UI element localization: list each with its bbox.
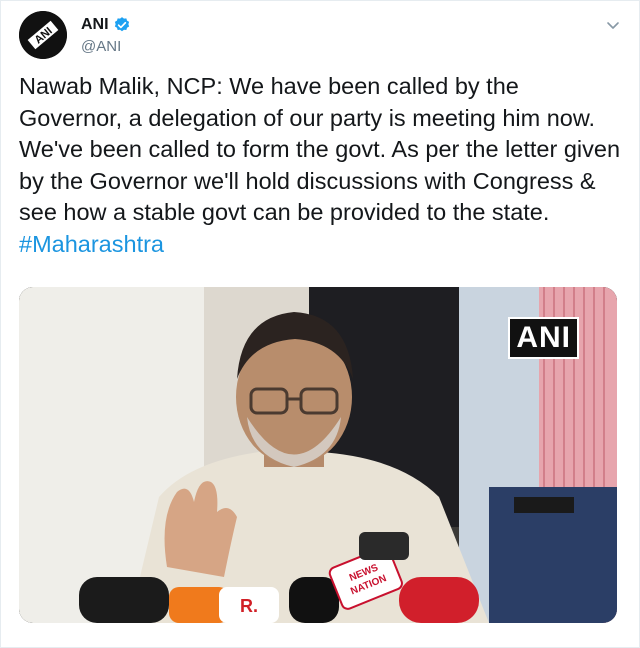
- tweet-card: ANI ANI @ANI Nawab Malik, NCP: We have b…: [0, 0, 640, 648]
- mic-label-r: R.: [240, 596, 258, 616]
- tweet-media-image[interactable]: R. NEWS NATION ANI: [19, 287, 617, 623]
- name-row: ANI: [81, 15, 131, 35]
- display-name[interactable]: ANI: [81, 16, 109, 34]
- user-meta: ANI @ANI: [81, 15, 131, 55]
- tweet-text: Nawab Malik, NCP: We have been called by…: [19, 71, 623, 260]
- hashtag-link[interactable]: #Maharashtra: [19, 231, 164, 257]
- chevron-down-icon[interactable]: [605, 17, 621, 33]
- avatar[interactable]: ANI: [19, 11, 67, 59]
- tweet-body: Nawab Malik, NCP: We have been called by…: [19, 73, 627, 225]
- user-handle[interactable]: @ANI: [81, 38, 131, 55]
- verified-badge-icon: [113, 16, 131, 34]
- ani-logo-avatar: ANI: [19, 11, 67, 59]
- ani-watermark: ANI: [508, 317, 579, 359]
- tweet-header: ANI ANI @ANI: [19, 11, 623, 63]
